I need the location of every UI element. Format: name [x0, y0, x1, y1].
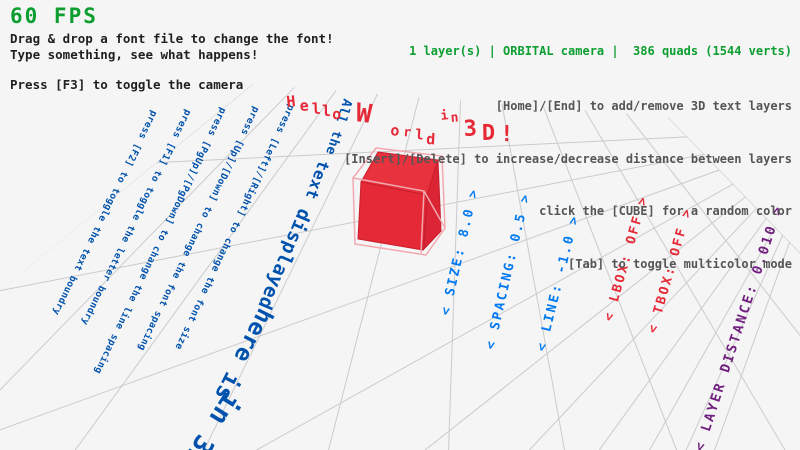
- wave-text: HelloWorldin3D!: [286, 92, 514, 148]
- lbox-label: < LBOX: OFF >: [601, 194, 651, 323]
- wave-letter: e: [299, 96, 309, 115]
- cube[interactable]: [353, 148, 445, 255]
- scene-3d: < SIZE: 8.0 > < SPACING: 0.5 > < LINE: -…: [0, 0, 800, 450]
- help-line-spacing: press [PgUp]/[PgDown] to change the line…: [92, 106, 228, 376]
- wave-letter: i: [440, 108, 450, 124]
- wave-letter: o: [390, 121, 401, 140]
- floor-option-labels: < SIZE: 8.0 > < SPACING: 0.5 > < LINE: -…: [438, 187, 786, 450]
- wave-letter: H: [286, 92, 297, 111]
- wave-letter: 3: [463, 116, 478, 142]
- wave-letter: l: [415, 127, 425, 144]
- wave-letter: D: [482, 121, 496, 146]
- size-label: < SIZE: 8.0 >: [438, 187, 482, 317]
- wave-letter: o: [332, 105, 342, 123]
- wave-letter: n: [450, 110, 459, 126]
- wave-letter: W: [354, 98, 374, 130]
- banner-chunk: text: [302, 158, 334, 203]
- banner-chunk: in 3D: [176, 386, 247, 450]
- wave-letter: l: [322, 102, 331, 120]
- layer-distance-label: < LAYER DISTANCE: 0.010 >: [692, 203, 787, 450]
- app-window: < SIZE: 8.0 > < SPACING: 0.5 > < LINE: -…: [0, 0, 800, 450]
- help-font-size: press [Left]/[Right] to change the font …: [172, 103, 296, 352]
- wave-letter: d: [426, 130, 436, 148]
- wave-letter: !: [500, 122, 514, 147]
- spacing-label: < SPACING: 0.5 >: [483, 191, 534, 351]
- wave-letter: r: [403, 125, 412, 141]
- banner-chunk: displayed: [253, 205, 315, 313]
- wave-letter: l: [312, 100, 322, 118]
